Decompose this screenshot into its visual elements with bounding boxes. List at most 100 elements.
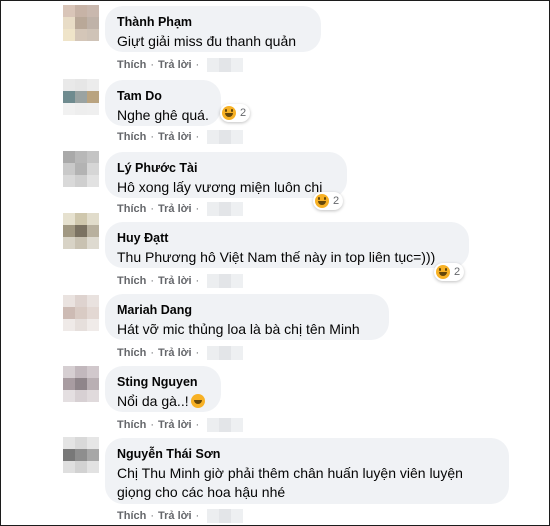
avatar-pixel — [87, 366, 99, 378]
avatar-pixel — [87, 151, 99, 163]
separator-dot: · — [150, 131, 155, 143]
avatar-pixel — [87, 163, 99, 175]
reply-link[interactable]: Trả lời — [158, 59, 192, 71]
avatar-pixel — [75, 79, 87, 91]
haha-reaction-icon — [315, 194, 329, 208]
like-link[interactable]: Thích — [117, 59, 146, 71]
like-link[interactable]: Thích — [117, 131, 146, 143]
separator-dot: · — [195, 59, 200, 71]
comment-author[interactable]: Lý Phước Tài — [117, 160, 335, 176]
avatar-pixel — [63, 163, 75, 175]
comment-bubble: Thành Phạm Giựt giải miss đu thanh quản — [105, 6, 321, 52]
avatar-pixel — [87, 295, 99, 307]
avatar[interactable] — [63, 437, 99, 473]
like-link[interactable]: Thích — [117, 510, 146, 522]
avatar-pixel — [63, 390, 75, 402]
avatar-pixel — [75, 461, 87, 473]
avatar[interactable] — [63, 5, 99, 41]
reaction-badge[interactable]: 2 — [220, 104, 251, 122]
separator-dot: · — [195, 419, 200, 431]
haha-reaction-icon — [436, 265, 450, 279]
avatar-pixel — [75, 5, 87, 17]
avatar-pixel — [87, 5, 99, 17]
avatar-pixel — [63, 319, 75, 331]
comment-bubble: Mariah Dang Hát vỡ mic thủng loa là bà c… — [105, 294, 389, 340]
avatar-pixel — [75, 437, 87, 449]
comment-actions: Thích · Trả lời · — [117, 130, 244, 144]
like-link[interactable]: Thích — [117, 419, 146, 431]
like-link[interactable]: Thích — [117, 203, 146, 215]
avatar[interactable] — [63, 79, 99, 115]
avatar-pixel — [87, 390, 99, 402]
comment-actions: Thích · Trả lời · — [117, 346, 244, 360]
separator-dot: · — [195, 131, 200, 143]
avatar-pixel — [75, 366, 87, 378]
reaction-count: 2 — [240, 107, 247, 119]
reaction-count: 2 — [333, 195, 340, 207]
avatar-pixel — [87, 103, 99, 115]
separator-dot: · — [195, 275, 200, 287]
reply-link[interactable]: Trả lời — [158, 347, 192, 359]
avatar-pixel — [87, 175, 99, 187]
like-link[interactable]: Thích — [117, 347, 146, 359]
blurred-timestamp — [207, 346, 244, 360]
avatar-pixel — [75, 307, 87, 319]
avatar[interactable] — [63, 151, 99, 187]
like-link[interactable]: Thích — [117, 275, 146, 287]
separator-dot: · — [150, 275, 155, 287]
separator-dot: · — [195, 203, 200, 215]
avatar-pixel — [87, 29, 99, 41]
separator-dot: · — [150, 347, 155, 359]
avatar-pixel — [75, 29, 87, 41]
comment-author[interactable]: Nguyễn Thái Sơn — [117, 446, 497, 462]
comment-bubble: Huy Đạtt Thu Phương hô Việt Nam thế này … — [105, 222, 469, 268]
avatar-pixel — [87, 79, 99, 91]
comment-author[interactable]: Mariah Dang — [117, 302, 377, 318]
comment-bubble: Lý Phước Tài Hô xong lấy vương miện luôn… — [105, 152, 347, 198]
avatar-pixel — [63, 461, 75, 473]
comment-text: Nổi da gà..! — [117, 392, 209, 411]
comment-author[interactable]: Huy Đạtt — [117, 230, 457, 246]
avatar-pixel — [75, 163, 87, 175]
avatar[interactable] — [63, 213, 99, 249]
avatar-pixel — [87, 437, 99, 449]
reply-link[interactable]: Trả lời — [158, 203, 192, 215]
comment-author[interactable]: Tam Do — [117, 88, 209, 104]
reaction-badge[interactable]: 2 — [313, 192, 344, 210]
reaction-badge[interactable]: 2 — [434, 263, 465, 281]
reaction-count: 2 — [454, 266, 461, 278]
avatar-pixel — [87, 91, 99, 103]
avatar[interactable] — [63, 295, 99, 331]
reply-link[interactable]: Trả lời — [158, 510, 192, 522]
avatar-pixel — [63, 175, 75, 187]
avatar-pixel — [63, 17, 75, 29]
avatar-pixel — [63, 307, 75, 319]
avatar-pixel — [87, 307, 99, 319]
comment-text: Nghe ghê quá. — [117, 107, 209, 123]
comment-text-content: Nổi da gà..! — [117, 393, 189, 409]
avatar-pixel — [63, 295, 75, 307]
avatar-pixel — [75, 237, 87, 249]
blurred-timestamp — [207, 274, 244, 288]
comment-actions: Thích · Trả lời · — [117, 418, 244, 432]
blurred-timestamp — [207, 58, 244, 72]
comment-author[interactable]: Thành Phạm — [117, 14, 309, 30]
reply-link[interactable]: Trả lời — [158, 419, 192, 431]
avatar[interactable] — [63, 366, 99, 402]
comment-author[interactable]: Sting Nguyen — [117, 374, 209, 390]
avatar-pixel — [87, 213, 99, 225]
avatar-pixel — [75, 213, 87, 225]
blurred-timestamp — [207, 130, 244, 144]
avatar-pixel — [75, 390, 87, 402]
reply-link[interactable]: Trả lời — [158, 131, 192, 143]
comment-bubble: Sting Nguyen Nổi da gà..! — [105, 366, 221, 412]
separator-dot: · — [150, 59, 155, 71]
blurred-timestamp — [207, 202, 244, 216]
avatar-pixel — [63, 79, 75, 91]
avatar-pixel — [75, 91, 87, 103]
reply-link[interactable]: Trả lời — [158, 275, 192, 287]
blurred-timestamp — [207, 509, 244, 523]
separator-dot: · — [150, 419, 155, 431]
comment-text: Hát vỡ mic thủng loa là bà chị tên Minh — [117, 321, 360, 337]
avatar-pixel — [87, 225, 99, 237]
